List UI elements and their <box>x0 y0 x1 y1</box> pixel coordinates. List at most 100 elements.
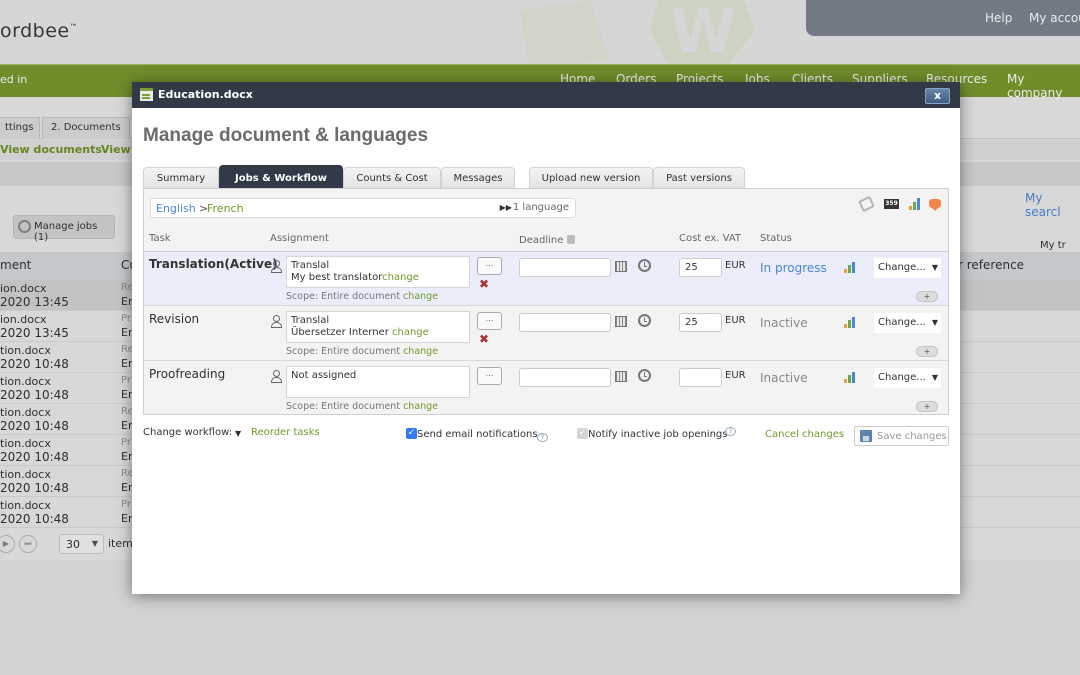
add-task-button[interactable]: + <box>916 346 938 357</box>
remove-assignee-icon[interactable]: ✖ <box>479 333 489 345</box>
counter-359-icon[interactable]: 359 <box>884 199 899 209</box>
fast-forward-icon: ▶▶ <box>499 203 512 212</box>
task-name: Proofreading <box>149 367 226 381</box>
send-email-checkbox[interactable]: ✓ <box>406 428 417 439</box>
tab-messages[interactable]: Messages <box>441 167 515 189</box>
select-assignee-button[interactable]: ... <box>477 257 502 275</box>
assignee-company: Not assigned <box>291 370 357 381</box>
change-action-select[interactable]: Change... ▼ <box>874 368 941 388</box>
jobs-workflow-panel: English > French ▶▶1 language 359 Task A… <box>143 188 949 415</box>
col-assignment: Assignment <box>270 233 329 244</box>
assignee-name: Übersetzer Interner change <box>291 327 429 338</box>
chevron-down-icon: ▼ <box>931 318 938 327</box>
calendar-icon[interactable] <box>615 316 627 327</box>
status-badge: Inactive <box>760 316 808 330</box>
person-icon <box>271 260 282 273</box>
col-deadline: Deadline <box>519 235 575 246</box>
currency-label: EUR <box>725 260 746 271</box>
bar-chart-icon[interactable] <box>844 262 856 273</box>
alarm-clock-icon[interactable] <box>638 314 651 327</box>
notify-inactive-checkbox[interactable]: ✓ <box>577 428 588 439</box>
cost-input[interactable]: 25 <box>679 313 722 332</box>
info-icon[interactable] <box>566 235 575 244</box>
tab-summary[interactable]: Summary <box>143 167 219 189</box>
bar-chart-icon[interactable] <box>909 198 922 210</box>
bar-chart-icon[interactable] <box>844 372 856 383</box>
close-button[interactable]: x <box>925 88 950 104</box>
deadline-input[interactable] <box>519 313 611 332</box>
change-assignee-link[interactable]: change <box>382 272 419 283</box>
deadline-input[interactable] <box>519 368 611 387</box>
cost-input[interactable]: 25 <box>679 258 722 277</box>
chevron-down-icon: ▼ <box>931 263 938 272</box>
scope-label: Scope: Entire document change <box>286 346 439 357</box>
manage-document-dialog: Education.docx x Manage document & langu… <box>132 82 960 594</box>
help-icon[interactable]: ? <box>725 427 736 436</box>
tab-upload-new-version[interactable]: Upload new version <box>529 167 653 189</box>
assignment-box: Translal My best translatorchange <box>286 256 470 288</box>
change-scope-link[interactable]: change <box>403 291 438 302</box>
save-disk-icon <box>860 430 872 442</box>
add-task-button[interactable]: + <box>916 401 938 412</box>
scope-label: Scope: Entire document change <box>286 401 439 412</box>
dialog-titlebar: Education.docx x <box>132 82 960 108</box>
assignee-company: Translal <box>291 260 330 271</box>
assignment-box: Translal Übersetzer Interner change <box>286 311 470 343</box>
change-scope-link[interactable]: change <box>403 401 438 412</box>
bar-chart-icon[interactable] <box>844 317 856 328</box>
tab-counts-cost[interactable]: Counts & Cost <box>343 167 441 189</box>
col-status: Status <box>760 233 792 244</box>
calendar-icon[interactable] <box>615 371 627 382</box>
task-row-proofreading: Proofreading Not assigned Scope: Entire … <box>144 362 948 416</box>
cost-input[interactable] <box>679 368 722 387</box>
deadline-input[interactable] <box>519 258 611 277</box>
tab-jobs-workflow[interactable]: Jobs & Workflow <box>219 165 343 189</box>
currency-label: EUR <box>725 370 746 381</box>
remove-assignee-icon[interactable]: ✖ <box>479 278 489 290</box>
task-name: Revision <box>149 312 200 326</box>
alarm-clock-icon[interactable] <box>638 369 651 382</box>
language-pair-selector[interactable]: English > French ▶▶1 language <box>150 198 576 218</box>
document-icon <box>140 88 153 101</box>
person-icon <box>271 370 282 383</box>
page-title: Manage document & languages <box>143 125 429 146</box>
task-name: Translation(Active) <box>149 257 278 271</box>
tab-past-versions[interactable]: Past versions <box>653 167 745 189</box>
task-row-revision: Revision Translal Übersetzer Interner ch… <box>144 307 948 361</box>
scope-label: Scope: Entire document change <box>286 291 439 302</box>
person-icon <box>271 315 282 328</box>
change-assignee-link[interactable]: change <box>392 327 429 338</box>
dialog-title: Education.docx <box>158 88 253 101</box>
select-assignee-button[interactable]: ... <box>477 312 502 330</box>
help-icon[interactable]: ? <box>537 433 548 442</box>
alarm-clock-icon[interactable] <box>638 259 651 272</box>
reorder-tasks-link[interactable]: Reorder tasks <box>251 427 320 438</box>
language-count[interactable]: ▶▶1 language <box>500 202 569 213</box>
tag-icon[interactable] <box>858 195 875 213</box>
chevron-down-icon: ▼ <box>931 373 938 382</box>
comment-icon[interactable] <box>929 199 941 211</box>
add-task-button[interactable]: + <box>916 291 938 302</box>
currency-label: EUR <box>725 315 746 326</box>
target-language[interactable]: French <box>207 202 244 215</box>
change-workflow-label: Change workflow: <box>143 427 233 438</box>
calendar-icon[interactable] <box>615 261 627 272</box>
save-changes-button[interactable]: Save changes <box>854 426 949 446</box>
col-task: Task <box>149 233 171 244</box>
select-assignee-button[interactable]: ... <box>477 367 502 385</box>
change-workflow-dropdown[interactable]: ▼ <box>235 429 241 438</box>
status-badge: Inactive <box>760 371 808 385</box>
dialog-footer: Change workflow: ▼ Reorder tasks ✓ Send … <box>143 426 949 448</box>
source-language[interactable]: English <box>156 202 196 215</box>
change-scope-link[interactable]: change <box>403 346 438 357</box>
cancel-changes-link[interactable]: Cancel changes <box>765 429 844 440</box>
task-row-translation: Translation(Active) Translal My best tra… <box>144 252 948 306</box>
notify-inactive-label: Notify inactive job openings <box>588 429 728 440</box>
status-badge[interactable]: In progress <box>760 261 827 275</box>
assignee-company: Translal <box>291 315 330 326</box>
assignee-name: My best translatorchange <box>291 272 419 283</box>
change-action-select[interactable]: Change... ▼ <box>874 313 941 333</box>
assignment-box: Not assigned <box>286 366 470 398</box>
col-cost: Cost ex. VAT <box>679 233 742 244</box>
change-action-select[interactable]: Change... ▼ <box>874 258 941 278</box>
